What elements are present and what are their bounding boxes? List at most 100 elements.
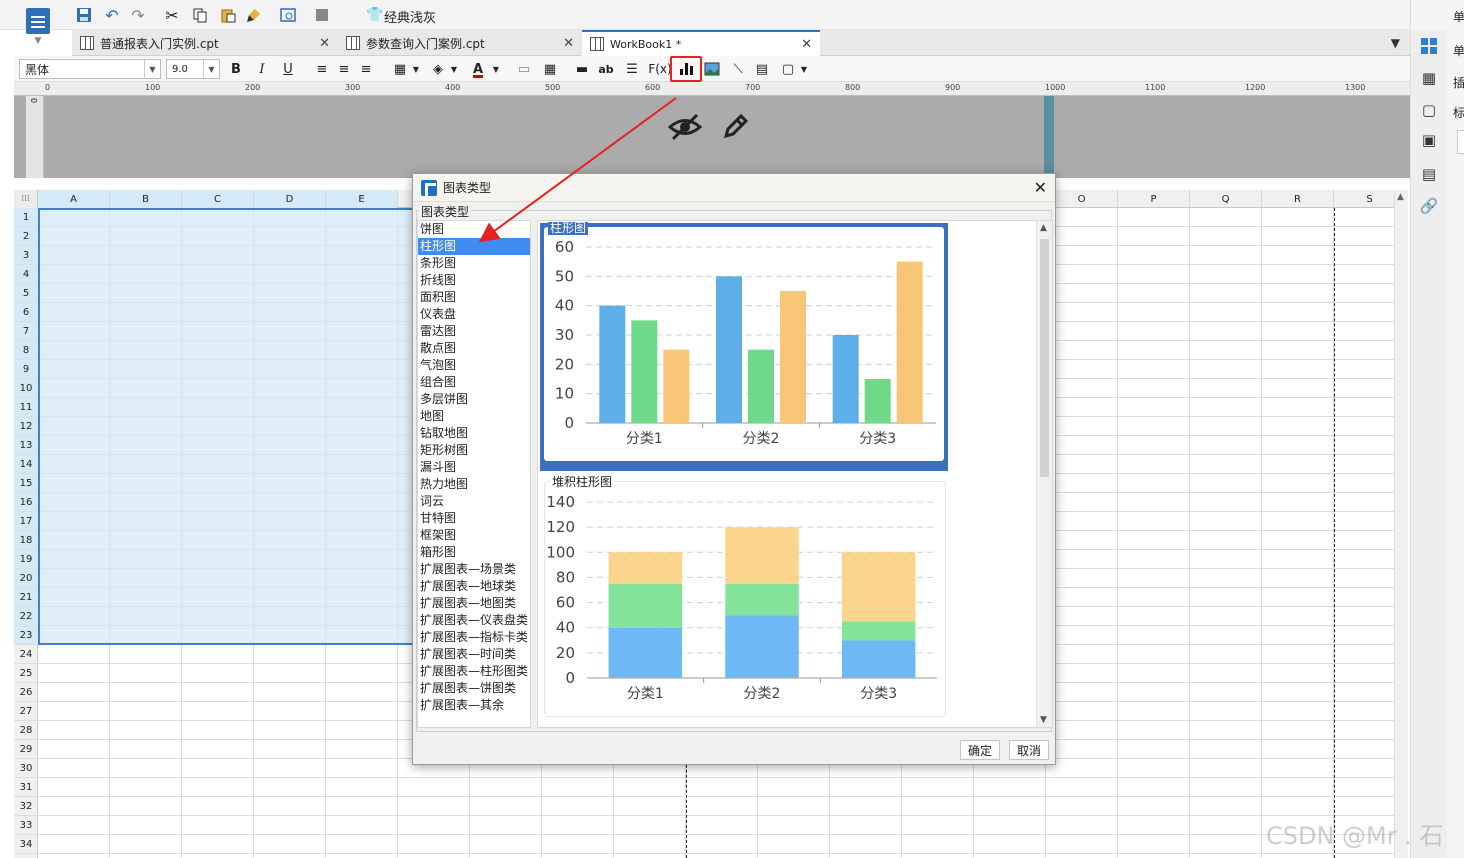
column-header-a[interactable]: A bbox=[38, 190, 110, 208]
row-header-8[interactable]: 8 bbox=[14, 341, 38, 360]
paste-icon[interactable] bbox=[218, 5, 238, 25]
cancel-button[interactable]: 取消 bbox=[1009, 740, 1049, 760]
chart-type-item[interactable]: 扩展图表—饼图类 bbox=[418, 680, 530, 697]
chart-type-item[interactable]: 扩展图表—场景类 bbox=[418, 561, 530, 578]
row-header-18[interactable]: 18 bbox=[14, 531, 38, 550]
row-header-33[interactable]: 33 bbox=[14, 816, 38, 835]
scroll-down-icon[interactable]: ▼ bbox=[1040, 715, 1047, 725]
chart-type-item[interactable]: 扩展图表—地图类 bbox=[418, 595, 530, 612]
column-header-d[interactable]: D bbox=[254, 190, 326, 208]
panel-label[interactable]: 标 bbox=[1453, 104, 1464, 121]
align-right-icon[interactable]: ≡ bbox=[356, 59, 376, 79]
format-brush-icon[interactable] bbox=[244, 5, 264, 25]
style-icon[interactable]: ▦ bbox=[1419, 68, 1439, 88]
row-header-9[interactable]: 9 bbox=[14, 360, 38, 379]
condition-icon[interactable]: ▤ bbox=[1419, 164, 1439, 184]
redo-icon[interactable]: ↷ bbox=[128, 5, 148, 25]
row-header-25[interactable]: 25 bbox=[14, 664, 38, 683]
column-header-c[interactable]: C bbox=[182, 190, 254, 208]
row-header-34[interactable]: 34 bbox=[14, 835, 38, 854]
scroll-thumb[interactable] bbox=[1040, 239, 1049, 477]
selected-range[interactable] bbox=[38, 208, 414, 645]
hide-eye-icon[interactable] bbox=[667, 112, 703, 149]
sub-report-icon[interactable]: ▤ bbox=[752, 59, 772, 79]
chart-type-item[interactable]: 框架图 bbox=[418, 527, 530, 544]
chart-type-item[interactable]: 折线图 bbox=[418, 272, 530, 289]
chart-type-item[interactable]: 漏斗图 bbox=[418, 459, 530, 476]
chevron-down-icon[interactable]: ▼ bbox=[794, 59, 814, 79]
row-header-12[interactable]: 12 bbox=[14, 417, 38, 436]
chart-type-item[interactable]: 矩形树图 bbox=[418, 442, 530, 459]
panel-label[interactable]: 单 bbox=[1453, 8, 1464, 25]
row-header-11[interactable]: 11 bbox=[14, 398, 38, 417]
chart-type-item[interactable]: 气泡图 bbox=[418, 357, 530, 374]
row-header-19[interactable]: 19 bbox=[14, 550, 38, 569]
cut-icon[interactable]: ✂ bbox=[162, 5, 182, 25]
chart-type-item[interactable]: 多层饼图 bbox=[418, 391, 530, 408]
column-header-b[interactable]: B bbox=[110, 190, 182, 208]
image-icon[interactable] bbox=[702, 59, 722, 79]
row-header-27[interactable]: 27 bbox=[14, 702, 38, 721]
chart-type-list[interactable]: 饼图 柱形图 条形图 折线图 面积图 仪表盘 雷达图 散点图 气泡图 组合图 多层饼图 地图 钻取地图矩… bbox=[417, 220, 531, 728]
chart-type-item[interactable]: 扩展图表—地球类 bbox=[418, 578, 530, 595]
merge-cells-icon[interactable]: ▭ bbox=[514, 59, 534, 79]
chart-type-item[interactable]: 扩展图表—指标卡类 bbox=[418, 629, 530, 646]
pencil-icon[interactable] bbox=[720, 112, 750, 149]
chart-option-stacked-bar[interactable]: 0 20 40 60 80 100 120 140 分类1 分类2 分类3 堆积柱形图 bbox=[540, 473, 948, 719]
chart-option-bar[interactable]: 0 10 20 30 40 50 60 分类1 分类2 分类3 柱形图 bbox=[540, 222, 948, 471]
column-header-o[interactable]: O bbox=[1046, 190, 1118, 208]
chart-type-item[interactable]: 词云 bbox=[418, 493, 530, 510]
column-header-s[interactable]: S bbox=[1334, 190, 1394, 208]
font-family-select[interactable]: 黑体 ▼ bbox=[19, 59, 161, 79]
row-header-21[interactable]: 21 bbox=[14, 588, 38, 607]
chart-type-item[interactable]: 条形图 bbox=[418, 255, 530, 272]
column-header-r[interactable]: R bbox=[1262, 190, 1334, 208]
save-icon[interactable] bbox=[74, 5, 94, 25]
chart-type-item[interactable]: 扩展图表—其余 bbox=[418, 697, 530, 714]
close-icon[interactable]: ✕ bbox=[1034, 178, 1047, 197]
link-icon[interactable]: 🔗 bbox=[1419, 196, 1439, 216]
app-menu-button[interactable]: ▼ bbox=[22, 8, 54, 48]
scroll-up-icon[interactable]: ▲ bbox=[1040, 223, 1047, 233]
row-header-16[interactable]: 16 bbox=[14, 493, 38, 512]
italic-button[interactable]: I bbox=[252, 59, 272, 79]
column-header-q[interactable]: Q bbox=[1190, 190, 1262, 208]
chart-preview-list[interactable]: 0 10 20 30 40 50 60 分类1 分类2 分类3 柱形图 0 20 40 60 80 100 1… bbox=[537, 220, 1053, 728]
font-color-icon[interactable]: A bbox=[468, 59, 488, 79]
chart-type-item[interactable]: 饼图 bbox=[418, 221, 530, 238]
tab-menu-icon[interactable]: ▼ bbox=[1391, 36, 1400, 50]
ok-button[interactable]: 确定 bbox=[960, 740, 1000, 760]
align-left-icon[interactable]: ≡ bbox=[312, 59, 332, 79]
row-header-13[interactable]: 13 bbox=[14, 436, 38, 455]
chart-type-item[interactable]: 箱形图 bbox=[418, 544, 530, 561]
close-icon[interactable]: ✕ bbox=[801, 37, 812, 52]
close-icon[interactable]: ✕ bbox=[319, 36, 330, 51]
row-header-10[interactable]: 10 bbox=[14, 379, 38, 398]
theme-label[interactable]: 经典浅灰 bbox=[384, 7, 436, 26]
row-header-23[interactable]: 23 bbox=[14, 626, 38, 645]
chart-type-item[interactable]: 柱形图 bbox=[418, 238, 530, 255]
row-header-31[interactable]: 31 bbox=[14, 778, 38, 797]
column-header-e[interactable]: E bbox=[326, 190, 398, 208]
select-all-corner[interactable]: ⁞⁞⁞ bbox=[14, 190, 38, 208]
preview-icon[interactable] bbox=[278, 5, 298, 25]
chevron-down-icon[interactable]: ▼ bbox=[486, 59, 506, 79]
chart-type-item[interactable]: 扩展图表—柱形图类 bbox=[418, 663, 530, 680]
row-header-20[interactable]: 20 bbox=[14, 569, 38, 588]
row-header-28[interactable]: 28 bbox=[14, 721, 38, 740]
dialog-titlebar[interactable]: 图表类型 ✕ bbox=[413, 174, 1055, 202]
copy-icon[interactable] bbox=[190, 5, 210, 25]
chart-type-item[interactable]: 扩展图表—时间类 bbox=[418, 646, 530, 663]
chart-type-item[interactable]: 仪表盘 bbox=[418, 306, 530, 323]
font-size-select[interactable]: 9.0 ▼ bbox=[166, 59, 220, 79]
bold-button[interactable]: B bbox=[226, 59, 246, 79]
panel-label[interactable]: 单 bbox=[1453, 42, 1464, 59]
tab-normal-report[interactable]: 普通报表入门实例.cpt ✕ bbox=[72, 30, 338, 56]
close-icon[interactable]: ✕ bbox=[563, 36, 574, 51]
widget-icon[interactable]: ▣ bbox=[1419, 130, 1439, 150]
chart-type-item[interactable]: 组合图 bbox=[418, 374, 530, 391]
chart-type-item[interactable]: 扩展图表—仪表盘类 bbox=[418, 612, 530, 629]
row-header-5[interactable]: 5 bbox=[14, 284, 38, 303]
row-header-3[interactable]: 3 bbox=[14, 246, 38, 265]
chevron-down-icon[interactable]: ▼ bbox=[444, 59, 464, 79]
